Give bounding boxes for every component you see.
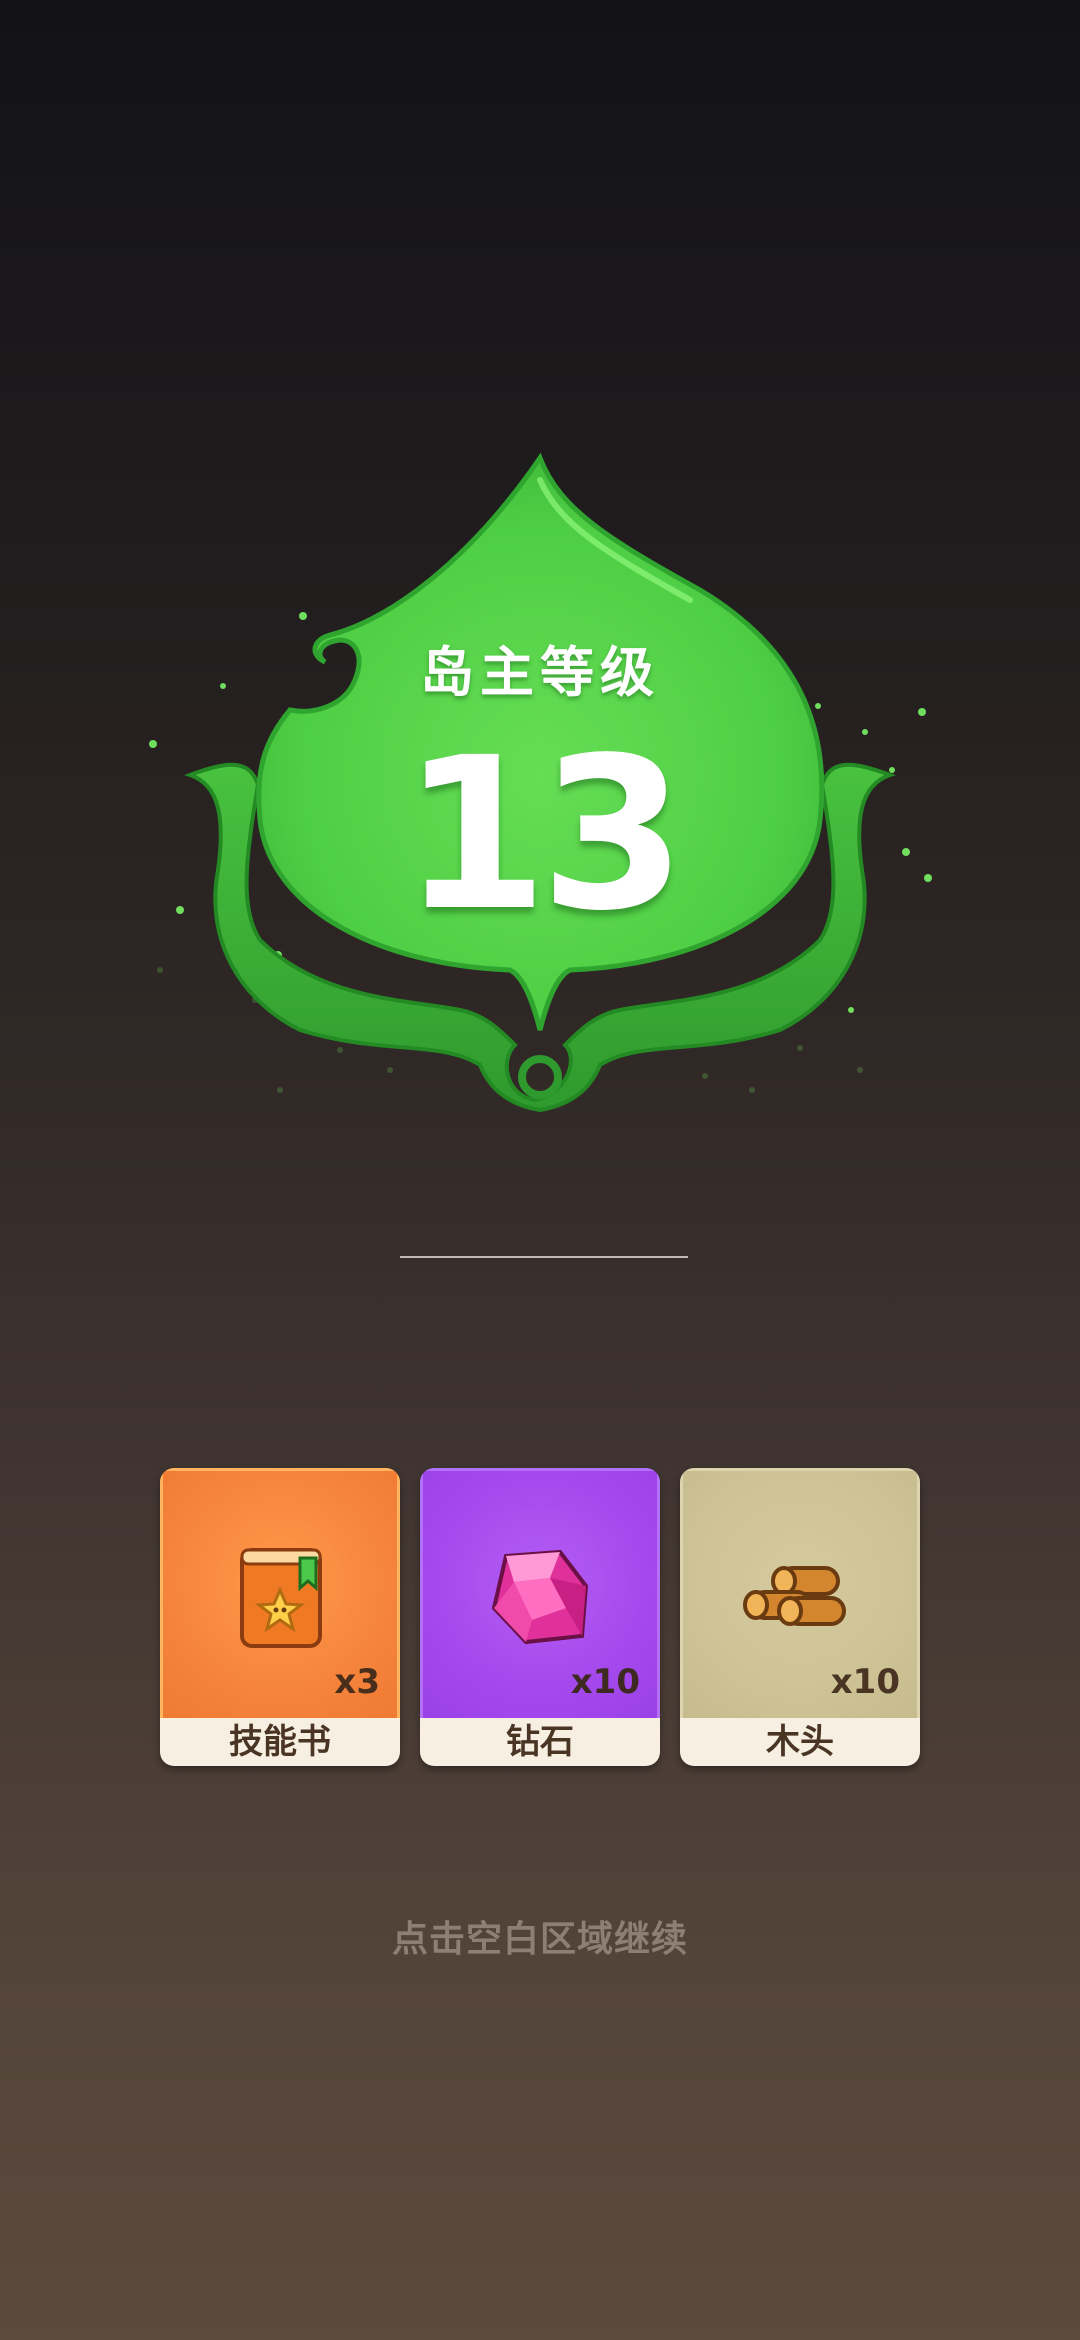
reward-card-diamond[interactable]: x10 钻石 <box>420 1468 660 1766</box>
reward-card-skill-book[interactable]: x3 技能书 <box>160 1468 400 1766</box>
reward-count: x10 <box>830 1662 900 1702</box>
reward-name: 木头 <box>680 1718 920 1766</box>
level-number: 13 <box>401 712 686 957</box>
level-up-screen[interactable]: 岛主等级 13 x3 技能书 x10 钻石 x10 木头 点击空白区域继续 <box>0 0 1080 2340</box>
level-badge: 岛主等级 13 <box>140 440 940 1120</box>
divider-line <box>400 1256 688 1258</box>
level-title: 岛主等级 <box>420 641 660 704</box>
reward-name: 技能书 <box>160 1718 400 1766</box>
diamond-icon <box>491 1549 589 1645</box>
reward-count: x10 <box>570 1662 640 1702</box>
reward-card-wood[interactable]: x10 木头 <box>680 1468 920 1766</box>
skill-book-icon <box>240 1548 322 1648</box>
reward-count: x3 <box>334 1662 380 1702</box>
rewards-row: x3 技能书 x10 钻石 x10 木头 <box>160 1468 920 1768</box>
wood-logs-icon <box>743 1566 846 1626</box>
tap-to-continue-hint: 点击空白区域继续 <box>391 1919 688 1960</box>
reward-name: 钻石 <box>420 1718 660 1766</box>
